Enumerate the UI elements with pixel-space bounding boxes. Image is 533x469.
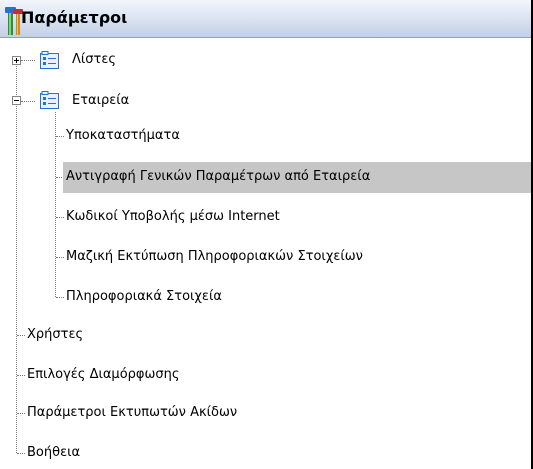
tree-item-label: Βοήθεια [27,445,81,460]
tree-branch [56,297,64,298]
collapse-company-button[interactable] [12,96,21,105]
list-folder-icon [40,51,59,69]
panel-title: Παράμετροι [21,8,128,27]
tree-branch [56,217,64,218]
tree-branch-lists [21,60,35,61]
tree-item-label: Χρήστες [27,327,84,342]
tree-item-label: Εταιρεία [72,93,130,108]
tree-item-label: Λίστες [72,52,117,67]
tree-item-label: Πληροφοριακά Στοιχεία [66,289,222,304]
panel-header: Παράμετροι [0,0,531,38]
tree-branch [56,257,64,258]
tree-branch [17,375,25,376]
list-folder-icon [40,91,59,109]
tree-line-company [55,112,56,297]
tree-item-label: Παράμετροι Εκτυπωτών Ακίδων [27,405,238,420]
expand-lists-button[interactable] [12,56,21,65]
tree-item-label: Αντιγραφή Γενικών Παραμέτρων από Εταιρεί… [66,169,371,184]
tree-branch [17,335,25,336]
tree-line-root [16,61,17,453]
tree-item-label: Κωδικοί Υποβολής μέσω Internet [66,209,280,224]
tree-branch [56,136,64,137]
tree-branch-company [21,101,35,102]
tree-item-label: Επιλογές Διαμόρφωσης [27,367,180,382]
tree-branch [17,413,25,414]
tree-item-label: Μαζική Εκτύπωση Πληροφοριακών Στοιχείων [66,249,363,264]
parameters-panel: Παράμετροι Λίστες Εταιρεία Υποκαταστήματ… [0,0,533,469]
tree-item-label: Υποκαταστήματα [66,128,180,143]
tree-branch [17,453,25,454]
